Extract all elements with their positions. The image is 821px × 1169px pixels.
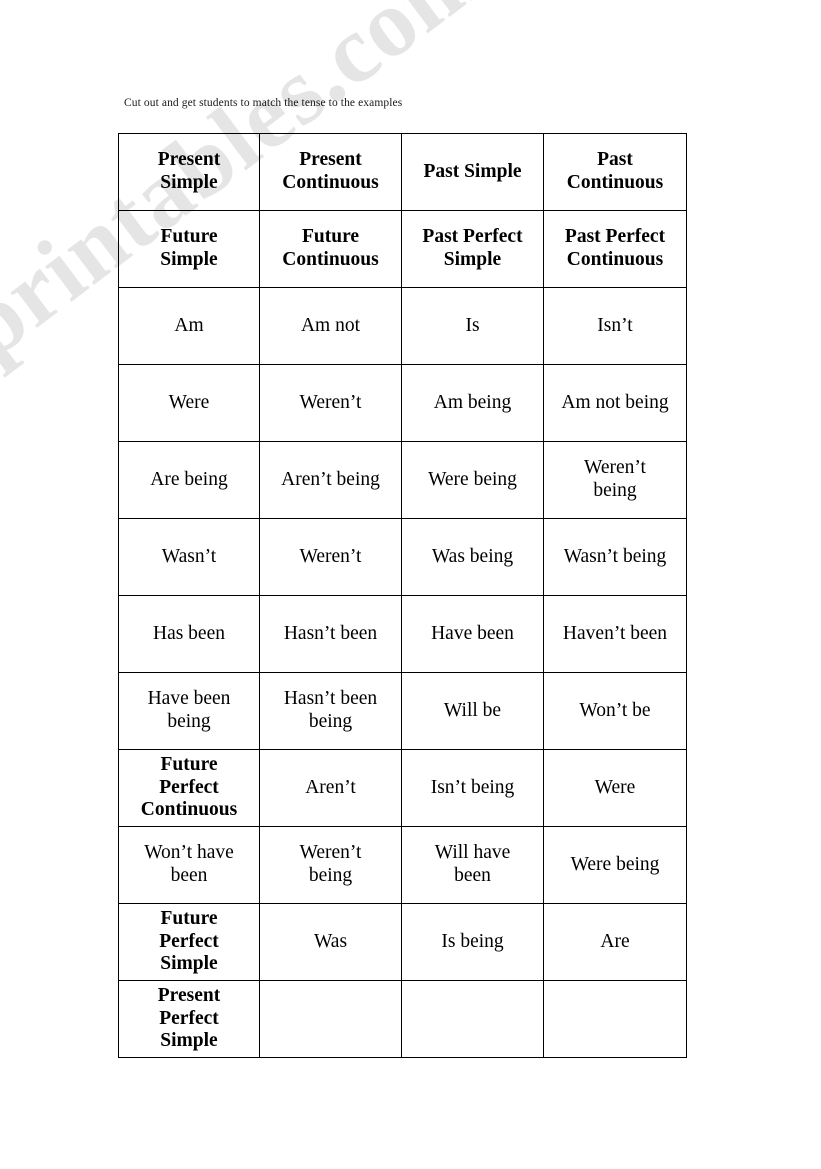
tense-card[interactable] (401, 980, 544, 1058)
tense-card[interactable]: Weren’t (259, 364, 402, 442)
tense-card[interactable]: Present Perfect Simple (118, 980, 260, 1058)
tense-card[interactable]: Aren’t being (259, 441, 402, 519)
tense-card[interactable]: Have been (401, 595, 544, 673)
tense-card[interactable]: Am not (259, 287, 402, 365)
tense-card[interactable]: Has been (118, 595, 260, 673)
table-body: Present Simple Present Continuous Past Simpl… (118, 133, 687, 1058)
tense-card[interactable]: Past Perfect Simple (401, 210, 544, 288)
instruction-text: Cut out and get students to match the te… (124, 97, 403, 109)
tense-card[interactable]: Wasn’t (118, 518, 260, 596)
tense-card[interactable]: Are being (118, 441, 260, 519)
table-row: Future Perfect Simple Was Is being Are (118, 903, 687, 981)
worksheet-page: Cut out and get students to match the te… (0, 0, 821, 1169)
tense-card[interactable]: Was (259, 903, 402, 981)
tense-card[interactable]: Future Continuous (259, 210, 402, 288)
tense-card[interactable]: Will have been (401, 826, 544, 904)
tense-card[interactable]: Were (543, 749, 687, 827)
tense-card[interactable]: Wasn’t being (543, 518, 687, 596)
tense-card[interactable] (543, 980, 687, 1058)
table-row: Future Simple Future Continuous Past Perfect… (118, 210, 687, 288)
tense-card[interactable]: Were (118, 364, 260, 442)
table-row: Has been Hasn’t been Have been Haven’t been (118, 595, 687, 673)
table-row: Are being Aren’t being Were being Weren’t be… (118, 441, 687, 519)
tense-card[interactable]: Weren’t being (543, 441, 687, 519)
tense-card[interactable]: Won’t have been (118, 826, 260, 904)
tense-card[interactable]: Present Simple (118, 133, 260, 211)
tense-card[interactable] (259, 980, 402, 1058)
tense-card[interactable]: Past Continuous (543, 133, 687, 211)
tense-card[interactable]: Weren’t being (259, 826, 402, 904)
tense-card[interactable]: Isn’t (543, 287, 687, 365)
tense-card[interactable]: Hasn’t been (259, 595, 402, 673)
table-row: Wasn’t Weren’t Was being Wasn’t being (118, 518, 687, 596)
table-row: Present Simple Present Continuous Past Simpl… (118, 133, 687, 211)
tense-cards-sheet: Present Simple Present Continuous Past Simpl… (118, 133, 687, 1058)
tense-card[interactable]: Haven’t been (543, 595, 687, 673)
tense-card[interactable]: Am not being (543, 364, 687, 442)
tense-card[interactable]: Am being (401, 364, 544, 442)
table-row: Present Perfect Simple (118, 980, 687, 1058)
tense-card[interactable]: Future Perfect Simple (118, 903, 260, 981)
tense-card[interactable]: Isn’t being (401, 749, 544, 827)
tense-card[interactable]: Future Perfect Continuous (118, 749, 260, 827)
tense-card[interactable]: Was being (401, 518, 544, 596)
table-row: Future Perfect Continuous Aren’t Isn’t being… (118, 749, 687, 827)
tense-card[interactable]: Hasn’t been being (259, 672, 402, 750)
table-row: Won’t have been Weren’t being Will have been W… (118, 826, 687, 904)
table-row: Were Weren’t Am being Am not being (118, 364, 687, 442)
tense-card[interactable]: Am (118, 287, 260, 365)
tense-card[interactable]: Aren’t (259, 749, 402, 827)
table-row: Am Am not Is Isn’t (118, 287, 687, 365)
table-row: Have been being Hasn’t been being Will be Won… (118, 672, 687, 750)
tense-card[interactable]: Is (401, 287, 544, 365)
tense-card[interactable]: Have been being (118, 672, 260, 750)
tense-card[interactable]: Is being (401, 903, 544, 981)
tense-card[interactable]: Past Simple (401, 133, 544, 211)
tense-card[interactable]: Present Continuous (259, 133, 402, 211)
tense-card[interactable]: Were being (401, 441, 544, 519)
tense-card[interactable]: Past Perfect Continuous (543, 210, 687, 288)
tense-card[interactable]: Weren’t (259, 518, 402, 596)
tense-card[interactable]: Will be (401, 672, 544, 750)
tense-card[interactable]: Were being (543, 826, 687, 904)
tense-card[interactable]: Are (543, 903, 687, 981)
tense-card[interactable]: Future Simple (118, 210, 260, 288)
tense-cards-table: Present Simple Present Continuous Past Simpl… (118, 133, 687, 1058)
tense-card[interactable]: Won’t be (543, 672, 687, 750)
